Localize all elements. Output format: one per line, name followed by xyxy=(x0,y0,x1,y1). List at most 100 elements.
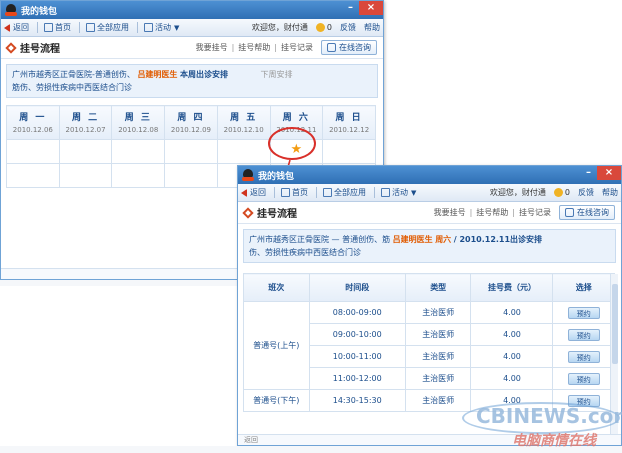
doctor-name: 吕建明医生 xyxy=(392,235,433,244)
column-header: 选择 xyxy=(552,273,615,302)
hospital-name: 广州市越秀区正骨医院-普通创伤、 xyxy=(12,70,135,79)
back-button[interactable]: 返回 xyxy=(4,22,29,33)
column-header: 挂号费（元） xyxy=(470,273,554,302)
process-steps: 我要挂号 | 挂号帮助 | 挂号记录 在线咨询 xyxy=(196,40,377,55)
schedule-info: 广州市越秀区正骨医院 — 普通创伤、筋 吕建明医生 周六 / 2010.12.1… xyxy=(243,229,616,263)
diamond-bullet-icon xyxy=(242,206,254,219)
type-cell: 主治医师 xyxy=(404,345,472,368)
toolbar-divider xyxy=(374,187,375,198)
toolbar-divider xyxy=(316,187,317,198)
coin-icon xyxy=(315,23,325,32)
step-records-link[interactable]: 挂号记录 xyxy=(519,207,551,218)
date-label: 2010.12.12 xyxy=(329,126,370,134)
scrollbar-thumb[interactable] xyxy=(612,284,618,364)
window-title: 我的钱包 xyxy=(258,171,295,182)
tab-this-week[interactable]: 本周出诊安排 xyxy=(180,70,228,79)
welcome-text: 欢迎您，财付通 xyxy=(251,23,308,32)
select-cell: 预约 xyxy=(552,367,615,390)
back-button[interactable]: 返回 xyxy=(241,187,266,198)
type-cell: 主治医师 xyxy=(404,301,472,324)
minimize-button[interactable]: – xyxy=(342,1,359,15)
toolbar-divider xyxy=(274,187,275,198)
back-label: 返回 xyxy=(13,23,29,32)
day-label: 周 四 xyxy=(177,113,205,123)
toolbar: 返回 首页 全部应用 活动 ▼ 欢迎您，财付通 0 反馈 帮助 xyxy=(238,184,621,202)
close-button[interactable]: × xyxy=(597,166,621,180)
help-link[interactable]: 帮助 xyxy=(364,22,380,33)
book-button[interactable]: 预约 xyxy=(567,306,600,319)
book-button[interactable]: 预约 xyxy=(567,350,600,363)
calendar-day-mon[interactable]: 周 一 2010.12.06 xyxy=(6,105,60,140)
calendar-day-wed[interactable]: 周 三 2010.12.08 xyxy=(111,105,166,140)
home-icon xyxy=(44,23,53,32)
close-button[interactable]: × xyxy=(359,1,383,15)
page-header: 挂号流程 我要挂号 | 挂号帮助 | 挂号记录 在线咨询 xyxy=(238,202,621,224)
select-cell: 预约 xyxy=(552,345,615,368)
day-label: 周 日 xyxy=(335,113,363,123)
background-strip xyxy=(0,446,622,453)
help-link[interactable]: 帮助 xyxy=(602,187,618,198)
coin-count[interactable]: 0 xyxy=(327,23,332,32)
schedule-date: / 2010.12.11出诊安排 xyxy=(453,235,543,244)
diamond-bullet-icon xyxy=(5,41,17,54)
fee-cell: 4.00 xyxy=(470,301,554,324)
calendar-day-tue[interactable]: 周 二 2010.12.07 xyxy=(58,105,113,140)
tab-next-week[interactable]: 下周安排 xyxy=(261,70,293,79)
home-icon xyxy=(281,188,290,197)
vertical-scrollbar[interactable] xyxy=(610,274,618,438)
events-dropdown[interactable]: 活动 ▼ xyxy=(381,187,416,198)
back-arrow-icon xyxy=(4,23,10,32)
day-label: 周 二 xyxy=(71,113,100,123)
step-records-link[interactable]: 挂号记录 xyxy=(281,42,313,53)
calendar-day-fri[interactable]: 周 五 2010.12.10 xyxy=(216,105,271,140)
home-button[interactable]: 首页 xyxy=(281,187,308,198)
step-register-link[interactable]: 我要挂号 xyxy=(434,207,466,218)
time-cell: 09:00-10:00 xyxy=(308,323,406,346)
date-label: 2010.12.09 xyxy=(170,126,211,134)
page-title: 挂号流程 xyxy=(20,44,60,55)
window-controls: – × xyxy=(580,166,621,184)
shift-cell: 普通号(上午) xyxy=(243,301,310,390)
calendar-slot xyxy=(6,163,60,188)
window-title: 我的钱包 xyxy=(21,6,58,17)
step-divider: | xyxy=(274,43,277,52)
status-bar: 返回 xyxy=(238,434,621,445)
consult-label: 在线咨询 xyxy=(577,208,609,217)
apps-grid-icon xyxy=(323,188,332,197)
appointment-table: 班次 时间段 类型 挂号费（元） 选择 普通号(上午) 08:00-09:00 … xyxy=(243,273,615,412)
status-back-link[interactable]: 返回 xyxy=(244,436,258,444)
title-bar[interactable]: 我的钱包 – × xyxy=(1,1,383,19)
welcome-text: 欢迎您，财付通 xyxy=(489,188,546,197)
calendar-slot xyxy=(111,139,166,164)
minimize-button[interactable]: – xyxy=(580,166,597,180)
fee-cell: 4.00 xyxy=(470,389,554,412)
step-divider: | xyxy=(469,208,473,217)
online-consult-button[interactable]: 在线咨询 xyxy=(559,205,615,220)
calendar-day-thu[interactable]: 周 四 2010.12.09 xyxy=(164,105,218,140)
feedback-link[interactable]: 反馈 xyxy=(578,187,594,198)
column-header: 类型 xyxy=(404,273,472,302)
online-consult-button[interactable]: 在线咨询 xyxy=(321,40,377,55)
step-help-link[interactable]: 挂号帮助 xyxy=(476,207,508,218)
step-register-link[interactable]: 我要挂号 xyxy=(196,42,228,53)
book-button[interactable]: 预约 xyxy=(567,328,600,341)
all-apps-button[interactable]: 全部应用 xyxy=(323,187,366,198)
step-help-link[interactable]: 挂号帮助 xyxy=(238,42,270,53)
all-apps-button[interactable]: 全部应用 xyxy=(86,22,129,33)
book-button[interactable]: 预约 xyxy=(567,372,600,385)
home-button[interactable]: 首页 xyxy=(44,22,71,33)
book-button[interactable]: 预约 xyxy=(567,394,600,407)
coin-count[interactable]: 0 xyxy=(565,188,570,197)
schedule-info: 广州市越秀区正骨医院-普通创伤、 吕建明医生 本周出诊安排 下周安排 筋伤、劳损… xyxy=(6,64,378,98)
calendar-slot xyxy=(58,139,113,164)
calendar-slot xyxy=(111,163,166,188)
fee-cell: 4.00 xyxy=(470,367,554,390)
feedback-link[interactable]: 反馈 xyxy=(340,22,356,33)
date-label: 2010.12.07 xyxy=(65,126,106,134)
qq-penguin-icon xyxy=(242,169,254,181)
title-bar[interactable]: 我的钱包 – × xyxy=(238,166,621,184)
events-dropdown[interactable]: 活动 ▼ xyxy=(144,22,179,33)
gift-icon xyxy=(381,188,390,197)
calendar-day-sun[interactable]: 周 日 2010.12.12 xyxy=(322,105,376,140)
screenshot-stage: 我的钱包 – × 返回 首页 全部应用 活动▼ 欢迎您，财付通 0 反馈 帮助 xyxy=(0,0,622,453)
